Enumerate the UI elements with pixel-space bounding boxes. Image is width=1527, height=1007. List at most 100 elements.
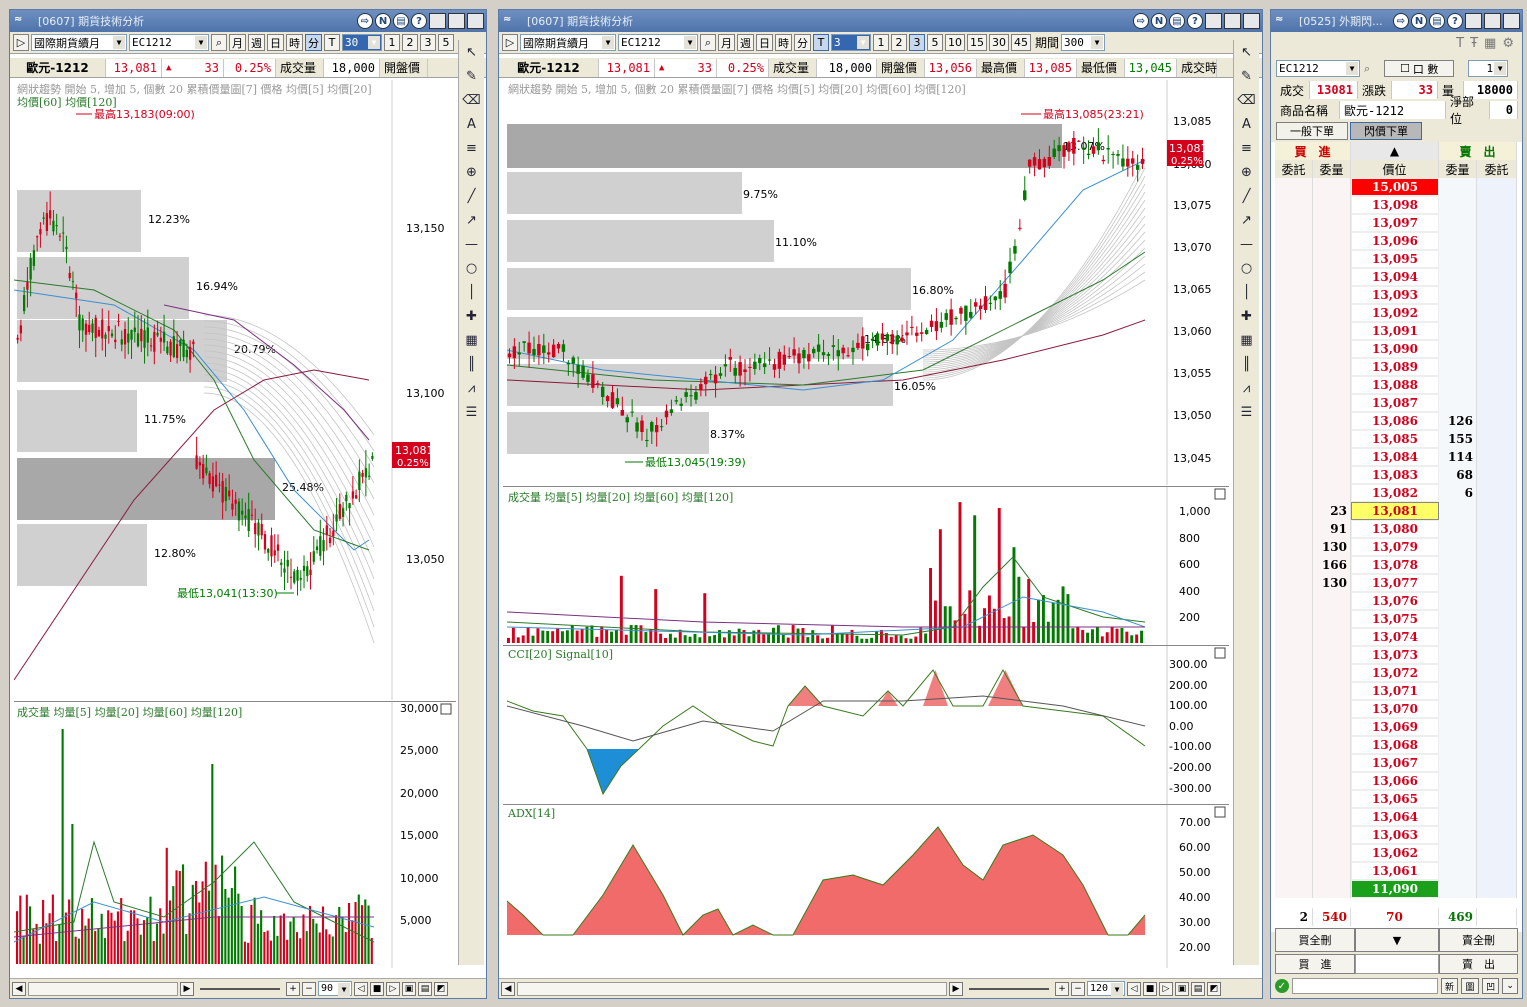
tab-flash-order[interactable]: 閃價下單 — [1350, 122, 1422, 140]
price-cell[interactable]: 13,093 — [1351, 286, 1439, 304]
buy-order-cell[interactable] — [1275, 466, 1313, 484]
zoom-out-icon[interactable]: − — [1071, 981, 1085, 996]
help-icon[interactable]: ? — [1187, 13, 1203, 29]
sell-qty-cell[interactable] — [1439, 610, 1477, 628]
table-icon[interactable]: ▦ — [1484, 36, 1496, 51]
order-book-row[interactable]: 13,076 — [1275, 592, 1517, 610]
nav-stop-icon[interactable]: ■ — [370, 981, 384, 996]
price-cell[interactable]: 13,088 — [1351, 376, 1439, 394]
fan-icon[interactable]: ⩘ — [459, 376, 484, 400]
play-icon[interactable]: ▷ — [502, 34, 518, 51]
grid-icon[interactable]: ▦ — [459, 328, 484, 352]
line-icon[interactable]: ╱ — [459, 184, 484, 208]
order-book-row[interactable]: 13,063 — [1275, 826, 1517, 844]
order-book-row[interactable]: 15,005 — [1275, 178, 1517, 196]
sell-order-cell[interactable] — [1477, 502, 1517, 520]
buy-order-cell[interactable] — [1275, 232, 1313, 250]
symbol-select[interactable]: EC1212 — [618, 34, 698, 51]
nav-right-icon[interactable]: ▷ — [386, 981, 400, 996]
center-up-icon[interactable]: ▲ — [1351, 142, 1439, 160]
order-book-row[interactable]: 13,097 — [1275, 214, 1517, 232]
buy-button[interactable]: 買 進 — [1275, 954, 1355, 974]
buy-order-cell[interactable] — [1275, 844, 1313, 862]
buy-order-cell[interactable] — [1275, 286, 1313, 304]
buy-order-cell[interactable] — [1275, 340, 1313, 358]
sell-qty-cell[interactable] — [1439, 556, 1477, 574]
sell-qty-cell[interactable]: 155 — [1439, 430, 1477, 448]
buy-qty-cell[interactable] — [1313, 304, 1351, 322]
order-book-row[interactable]: 13,062 — [1275, 844, 1517, 862]
price-cell[interactable]: 13,068 — [1351, 736, 1439, 754]
price-cell[interactable]: 13,092 — [1351, 304, 1439, 322]
sell-qty-cell[interactable] — [1439, 736, 1477, 754]
news-icon[interactable]: N — [1151, 13, 1167, 29]
sell-order-cell[interactable] — [1477, 430, 1517, 448]
price-cell[interactable]: 13,096 — [1351, 232, 1439, 250]
price-cell[interactable]: 13,097 — [1351, 214, 1439, 232]
minimize-button[interactable]: ▁ — [1205, 13, 1222, 29]
order-book-row[interactable]: 13,082 6 — [1275, 484, 1517, 502]
sell-qty-cell[interactable] — [1439, 304, 1477, 322]
sell-qty-cell[interactable] — [1439, 718, 1477, 736]
pointer-icon[interactable]: ↖ — [459, 40, 484, 64]
scroll-left-icon[interactable]: ◀ — [501, 981, 515, 996]
export-icon[interactable]: ▤ — [1191, 981, 1205, 996]
buy-qty-cell[interactable] — [1313, 682, 1351, 700]
arrow-icon[interactable]: ↗ — [1234, 208, 1259, 232]
sell-order-cell[interactable] — [1477, 394, 1517, 412]
sell-qty-cell[interactable] — [1439, 286, 1477, 304]
text-icon[interactable]: A — [1234, 112, 1259, 136]
sell-qty-cell[interactable] — [1439, 394, 1477, 412]
layout-45[interactable]: 45 — [1011, 34, 1031, 51]
price-panel[interactable]: 13,08513,08013,07513,07013,06513,06013,0… — [503, 80, 1229, 485]
price-cell[interactable]: 13,076 — [1351, 592, 1439, 610]
vline-icon[interactable]: │ — [1234, 280, 1259, 304]
sell-qty-cell[interactable] — [1439, 790, 1477, 808]
order-book-row[interactable]: 13,072 — [1275, 664, 1517, 682]
buy-qty-cell[interactable] — [1313, 862, 1351, 880]
order-book-row[interactable]: 13,085 155 — [1275, 430, 1517, 448]
sell-qty-cell[interactable] — [1439, 664, 1477, 682]
buy-qty-cell[interactable] — [1313, 286, 1351, 304]
buy-qty-cell[interactable]: 23 — [1313, 502, 1351, 520]
buy-order-cell[interactable] — [1275, 790, 1313, 808]
order-book-row[interactable]: 13,084 114 — [1275, 448, 1517, 466]
interval-minute[interactable]: 分 — [305, 34, 322, 51]
sell-order-cell[interactable] — [1477, 880, 1517, 898]
buy-order-cell[interactable] — [1275, 826, 1313, 844]
buy-order-cell[interactable] — [1275, 556, 1313, 574]
layout-3[interactable]: 3 — [909, 34, 925, 51]
sell-qty-cell[interactable] — [1439, 628, 1477, 646]
buy-qty-cell[interactable]: 91 — [1313, 520, 1351, 538]
buy-order-cell[interactable] — [1275, 394, 1313, 412]
price-cell[interactable]: 13,064 — [1351, 808, 1439, 826]
center-arrow-button[interactable]: ▼ — [1355, 928, 1439, 952]
sell-qty-cell[interactable]: 68 — [1439, 466, 1477, 484]
sell-order-cell[interactable] — [1477, 286, 1517, 304]
order-book-row[interactable]: 13,066 — [1275, 772, 1517, 790]
order-book-row[interactable]: 13,086 126 — [1275, 412, 1517, 430]
buy-qty-cell[interactable] — [1313, 736, 1351, 754]
circle-icon[interactable]: ○ — [1234, 256, 1259, 280]
sell-order-cell[interactable] — [1477, 196, 1517, 214]
sell-order-cell[interactable] — [1477, 250, 1517, 268]
order-book-row[interactable]: 23 13,081 — [1275, 502, 1517, 520]
sell-order-cell[interactable] — [1477, 718, 1517, 736]
order-book[interactable]: 買 進 ▲ 賣 出委託 委量 價位 委量 委託 15,005 13,098 13,097… — [1271, 142, 1522, 932]
order-book-row[interactable]: 130 13,079 — [1275, 538, 1517, 556]
search-icon[interactable]: ⌕ — [700, 34, 716, 51]
interval-hour[interactable]: 時 — [775, 34, 792, 51]
sell-qty-cell[interactable] — [1439, 358, 1477, 376]
buy-qty-cell[interactable] — [1313, 772, 1351, 790]
interval-month[interactable]: 月 — [718, 34, 735, 51]
settings-icon[interactable]: ⚙ — [1502, 36, 1514, 51]
buy-qty-cell[interactable] — [1313, 232, 1351, 250]
scroll-right-icon[interactable]: ▶ — [180, 981, 194, 996]
price-cell[interactable]: 13,070 — [1351, 700, 1439, 718]
magnet-icon[interactable]: ⊕ — [1234, 160, 1259, 184]
buy-qty-cell[interactable] — [1313, 628, 1351, 646]
buy-order-cell[interactable] — [1275, 664, 1313, 682]
sell-order-cell[interactable] — [1477, 556, 1517, 574]
buy-order-cell[interactable] — [1275, 772, 1313, 790]
pointer-icon[interactable]: ↖ — [1234, 40, 1259, 64]
